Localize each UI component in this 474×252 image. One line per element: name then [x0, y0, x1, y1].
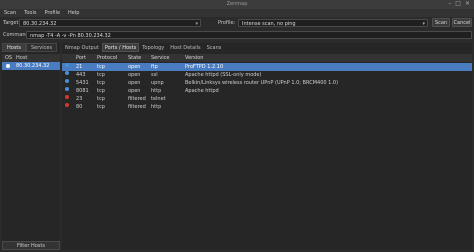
- close-icon[interactable]: ✕: [465, 1, 470, 7]
- version-cell: Apache httpd (SSL-only mode): [185, 72, 262, 78]
- tab-nmap-output[interactable]: Nmap Output: [62, 43, 102, 52]
- scan-button[interactable]: Scan: [432, 18, 450, 27]
- port-cell: 21: [76, 64, 83, 70]
- menu-profile[interactable]: Profile: [44, 10, 60, 16]
- version-cell: Apache httpd: [185, 88, 219, 94]
- command-row: Command: nmap -T4 -A -v -Pn 80.30.234.32: [0, 30, 474, 40]
- protocol-cell: tcp: [97, 64, 105, 70]
- port-status-icon: [65, 87, 69, 91]
- port-cell: 5431: [76, 80, 89, 86]
- tab-ports-hosts[interactable]: Ports / Hosts: [101, 43, 140, 52]
- port-status-icon: [65, 103, 69, 107]
- table-row[interactable]: 5431 tcp open upnp Belkin/Linksys wirele…: [62, 79, 472, 87]
- chevron-down-icon[interactable]: ▾: [422, 20, 425, 28]
- port-status-icon: [65, 63, 69, 67]
- state-cell: open: [128, 64, 141, 70]
- target-row: Target: 80.30.234.32 ▾ Profile: Intense …: [0, 18, 474, 28]
- window-title: Zenmap: [226, 1, 248, 7]
- menu-tools[interactable]: Tools: [24, 10, 36, 16]
- service-cell: ssl: [151, 72, 158, 78]
- filter-hosts-button[interactable]: Filter Hosts: [2, 241, 60, 250]
- tab-hosts[interactable]: Hosts: [2, 43, 26, 52]
- column-host[interactable]: Host: [16, 54, 27, 62]
- menu-bar: Scan Tools Profile Help: [0, 9, 474, 17]
- state-cell: filtered: [128, 96, 146, 102]
- results-tabs: Nmap Output Ports / Hosts Topology Host …: [62, 43, 224, 53]
- column-protocol[interactable]: Protocol: [97, 54, 117, 62]
- tab-host-details[interactable]: Host Details: [167, 43, 203, 52]
- port-cell: 8081: [76, 88, 89, 94]
- tab-scans[interactable]: Scans: [204, 43, 225, 52]
- column-version[interactable]: Version: [185, 54, 203, 62]
- column-os[interactable]: OS: [5, 54, 12, 62]
- protocol-cell: tcp: [97, 96, 105, 102]
- state-cell: open: [128, 88, 141, 94]
- host-row[interactable]: 80.30.234.32: [2, 62, 60, 70]
- minimize-icon[interactable]: –: [448, 1, 451, 7]
- menu-help[interactable]: Help: [68, 10, 79, 16]
- table-row[interactable]: 443 tcp open ssl Apache httpd (SSL-only …: [62, 71, 472, 79]
- hosts-pane: Hosts Services OS Host 80.30.234.32: [2, 43, 60, 250]
- port-status-icon: [65, 71, 69, 75]
- maximize-icon[interactable]: □: [455, 1, 461, 7]
- service-cell: http: [151, 104, 162, 110]
- profile-value: Intense scan, no ping: [242, 21, 296, 27]
- profile-combo[interactable]: Intense scan, no ping ▾: [238, 19, 428, 27]
- protocol-cell: tcp: [97, 72, 105, 78]
- state-cell: filtered: [128, 104, 146, 110]
- target-value: 80.30.234.32: [23, 21, 57, 27]
- protocol-cell: tcp: [97, 80, 105, 86]
- command-input[interactable]: nmap -T4 -A -v -Pn 80.30.234.32: [26, 31, 472, 39]
- column-state[interactable]: State: [128, 54, 141, 62]
- hosts-header: OS Host: [2, 54, 60, 62]
- service-cell: upnp: [151, 80, 164, 86]
- host-name: 80.30.234.32: [16, 63, 50, 69]
- service-cell: telnet: [151, 96, 166, 102]
- version-cell: Belkin/Linksys wireless router UPnP (UPn…: [185, 80, 339, 86]
- menu-scan[interactable]: Scan: [4, 10, 16, 16]
- ports-header: Port Protocol State Service Version: [62, 54, 472, 62]
- column-service[interactable]: Service: [151, 54, 169, 62]
- chevron-down-icon[interactable]: ▾: [195, 20, 198, 28]
- port-cell: 23: [76, 96, 83, 102]
- cancel-button[interactable]: Cancel: [452, 18, 472, 27]
- state-cell: open: [128, 72, 141, 78]
- port-status-icon: [65, 79, 69, 83]
- protocol-cell: tcp: [97, 104, 105, 110]
- table-row[interactable]: 8081 tcp open http Apache httpd: [62, 87, 472, 95]
- target-label: Target:: [3, 20, 21, 26]
- port-cell: 80: [76, 104, 83, 110]
- profile-label: Profile:: [218, 20, 236, 26]
- column-port[interactable]: Port: [76, 54, 86, 62]
- table-row[interactable]: 23 tcp filtered telnet: [62, 95, 472, 103]
- target-combo[interactable]: 80.30.234.32 ▾: [19, 19, 201, 27]
- port-cell: 443: [76, 72, 86, 78]
- tab-services[interactable]: Services: [26, 43, 58, 52]
- window-controls: – □ ✕: [448, 1, 470, 7]
- tab-topology[interactable]: Topology: [139, 43, 167, 52]
- table-row[interactable]: 21 tcp open ftp ProFTPD 1.2.10: [62, 63, 472, 71]
- version-cell: ProFTPD 1.2.10: [185, 64, 224, 70]
- results-pane: Nmap Output Ports / Hosts Topology Host …: [62, 43, 472, 250]
- state-cell: open: [128, 80, 141, 86]
- protocol-cell: tcp: [97, 88, 105, 94]
- service-cell: ftp: [151, 64, 158, 70]
- service-cell: http: [151, 88, 162, 94]
- os-icon: [6, 64, 10, 68]
- port-status-icon: [65, 95, 69, 99]
- table-row[interactable]: 80 tcp filtered http: [62, 103, 472, 111]
- hosts-services-tabs: Hosts Services: [2, 43, 60, 53]
- command-value: nmap -T4 -A -v -Pn 80.30.234.32: [30, 33, 111, 39]
